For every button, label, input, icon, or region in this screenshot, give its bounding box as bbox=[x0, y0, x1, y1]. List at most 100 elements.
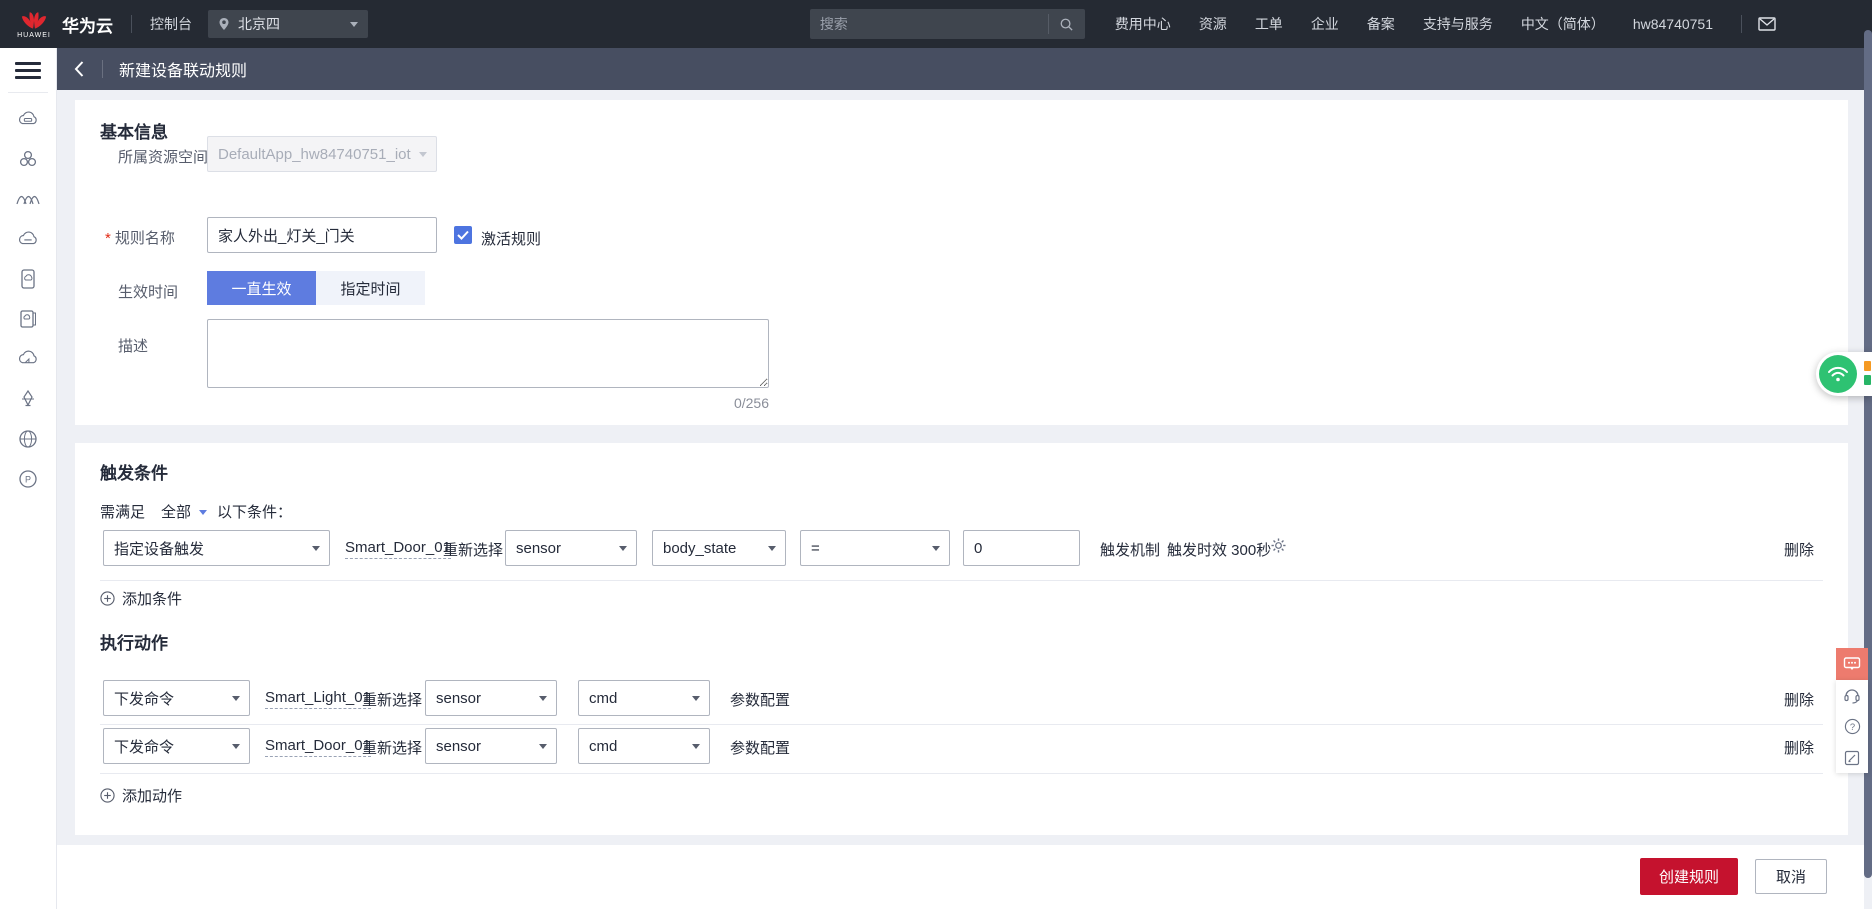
main-content: 基本信息 所属资源空间 DefaultApp_hw84740751_iot * 规… bbox=[56, 90, 1864, 909]
nav-work-orders[interactable]: 工单 bbox=[1255, 14, 1283, 34]
rule-config-card: 触发条件 需满足 全部 以下条件： 指定设备触发 Smart_Door_01 重… bbox=[75, 443, 1848, 835]
svg-text:?: ? bbox=[1849, 722, 1854, 733]
following-conditions-label: 以下条件： bbox=[217, 504, 293, 521]
balloon-icon bbox=[22, 389, 34, 407]
create-rule-button[interactable]: 创建规则 bbox=[1640, 858, 1738, 895]
network-widget[interactable] bbox=[1816, 352, 1872, 396]
action-reselect-link[interactable]: 重新选择 bbox=[362, 689, 422, 710]
waves-icon bbox=[16, 195, 40, 205]
console-link[interactable]: 控制台 bbox=[150, 14, 192, 34]
rule-name-input[interactable] bbox=[207, 217, 437, 253]
left-sidebar: P bbox=[0, 48, 56, 909]
back-button[interactable] bbox=[56, 48, 102, 90]
divider bbox=[100, 724, 1823, 725]
action-delete-link[interactable]: 删除 bbox=[1784, 689, 1814, 710]
nav-support[interactable]: 支持与服务 bbox=[1423, 14, 1493, 34]
sidebar-item-cloud-server[interactable] bbox=[0, 99, 56, 139]
gear-icon[interactable] bbox=[1271, 538, 1286, 557]
feedback-chat-button[interactable] bbox=[1836, 648, 1868, 680]
wifi-icon bbox=[1819, 355, 1857, 393]
required-asterisk: * bbox=[105, 230, 111, 247]
sidebar-item-global[interactable] bbox=[0, 419, 56, 459]
nav-resources[interactable]: 资源 bbox=[1199, 14, 1227, 34]
help-button[interactable]: ? bbox=[1836, 711, 1868, 742]
sidebar-item-groups[interactable] bbox=[0, 139, 56, 179]
chevron-down-icon bbox=[232, 696, 240, 701]
condition-type-select[interactable]: 指定设备触发 bbox=[103, 530, 330, 566]
chat-p-icon: P bbox=[19, 470, 37, 488]
search-icon[interactable] bbox=[1049, 17, 1085, 32]
sidebar-item-network[interactable] bbox=[0, 179, 56, 219]
nav-enterprise[interactable]: 企业 bbox=[1311, 14, 1339, 34]
action-type-select[interactable]: 下发命令 bbox=[103, 728, 250, 764]
condition-delete-link[interactable]: 删除 bbox=[1784, 539, 1814, 560]
nav-billing-center[interactable]: 费用中心 bbox=[1115, 14, 1171, 34]
topbar-divider bbox=[1741, 15, 1742, 33]
region-selector[interactable]: 北京四 bbox=[208, 10, 368, 38]
condition-device-link[interactable]: Smart_Door_01 bbox=[345, 539, 451, 559]
menu-toggle-button[interactable] bbox=[0, 48, 56, 92]
action-device-link[interactable]: Smart_Light_01 bbox=[265, 689, 371, 709]
action-type-select[interactable]: 下发命令 bbox=[103, 680, 250, 716]
add-action-button[interactable]: 添加动作 bbox=[100, 785, 182, 806]
nav-language[interactable]: 中文（简体） bbox=[1521, 14, 1605, 34]
survey-button[interactable] bbox=[1836, 742, 1868, 773]
condition-service-select[interactable]: sensor bbox=[505, 530, 637, 566]
sidebar-item-device[interactable] bbox=[0, 259, 56, 299]
nav-filing[interactable]: 备案 bbox=[1367, 14, 1395, 34]
action-command-select[interactable]: cmd bbox=[578, 680, 710, 716]
hamburger-icon bbox=[15, 58, 41, 83]
resource-space-select[interactable]: DefaultApp_hw84740751_iot bbox=[207, 136, 437, 172]
widget-extra-icons bbox=[1864, 361, 1871, 385]
sidebar-item-docs[interactable] bbox=[0, 299, 56, 339]
param-config-link[interactable]: 参数配置 bbox=[730, 689, 790, 710]
description-label: 描述 bbox=[118, 338, 149, 355]
description-textarea[interactable] bbox=[207, 319, 769, 388]
condition-property-select[interactable]: body_state bbox=[652, 530, 786, 566]
chevron-left-icon bbox=[74, 61, 84, 77]
chevron-down-icon bbox=[692, 696, 700, 701]
sidebar-item-cloud-sync[interactable] bbox=[0, 339, 56, 379]
basic-info-title: 基本信息 bbox=[100, 123, 168, 142]
chevron-down-icon bbox=[619, 546, 627, 551]
mobile-device-icon bbox=[21, 269, 35, 289]
action-delete-link[interactable]: 删除 bbox=[1784, 737, 1814, 758]
toolbar-panel: ? bbox=[1836, 680, 1868, 773]
condition-reselect-link[interactable]: 重新选择 bbox=[443, 539, 503, 560]
chevron-down-icon bbox=[312, 546, 320, 551]
chevron-down-icon bbox=[199, 510, 208, 515]
sidebar-item-iot[interactable] bbox=[0, 379, 56, 419]
param-config-link[interactable]: 参数配置 bbox=[730, 737, 790, 758]
svg-text:P: P bbox=[25, 475, 31, 485]
add-condition-button[interactable]: 添加条件 bbox=[100, 588, 182, 609]
action-command-select[interactable]: cmd bbox=[578, 728, 710, 764]
nav-username[interactable]: hw84740751 bbox=[1633, 16, 1713, 32]
action-service-select[interactable]: sensor bbox=[425, 728, 557, 764]
huawei-flower-icon bbox=[21, 12, 47, 29]
activate-rule-checkbox[interactable] bbox=[454, 226, 472, 244]
global-search bbox=[809, 9, 1085, 39]
condition-logic-dropdown[interactable]: 全部 bbox=[161, 501, 208, 522]
floating-toolbar: ? bbox=[1836, 648, 1868, 773]
effective-time-label: 生效时间 bbox=[118, 284, 179, 301]
search-input[interactable] bbox=[809, 16, 1048, 32]
sidebar-item-support[interactable]: P bbox=[0, 459, 56, 499]
top-bar: HUAWEI 华为云 控制台 北京四 费用中心 资源 工单 企业 备案 支持与服… bbox=[0, 0, 1872, 48]
condition-operator-select[interactable]: = bbox=[800, 530, 950, 566]
huawei-logo-text: HUAWEI bbox=[17, 32, 51, 39]
always-effective-button[interactable]: 一直生效 bbox=[207, 271, 316, 305]
globe-icon bbox=[19, 430, 37, 448]
location-pin-icon bbox=[219, 18, 229, 30]
action-reselect-link[interactable]: 重新选择 bbox=[362, 737, 422, 758]
condition-value-input[interactable] bbox=[963, 530, 1080, 566]
action-service-select[interactable]: sensor bbox=[425, 680, 557, 716]
sidebar-item-cloud-storage[interactable] bbox=[0, 219, 56, 259]
action-device-link[interactable]: Smart_Door_01 bbox=[265, 737, 371, 757]
cancel-button[interactable]: 取消 bbox=[1755, 859, 1827, 894]
specified-time-button[interactable]: 指定时间 bbox=[316, 271, 425, 305]
cloud-server-icon bbox=[18, 111, 37, 125]
huawei-logo[interactable]: HUAWEI bbox=[12, 9, 56, 39]
brand-title[interactable]: 华为云 bbox=[62, 12, 113, 37]
support-agent-button[interactable] bbox=[1836, 680, 1868, 711]
messages-icon[interactable] bbox=[1758, 17, 1776, 31]
